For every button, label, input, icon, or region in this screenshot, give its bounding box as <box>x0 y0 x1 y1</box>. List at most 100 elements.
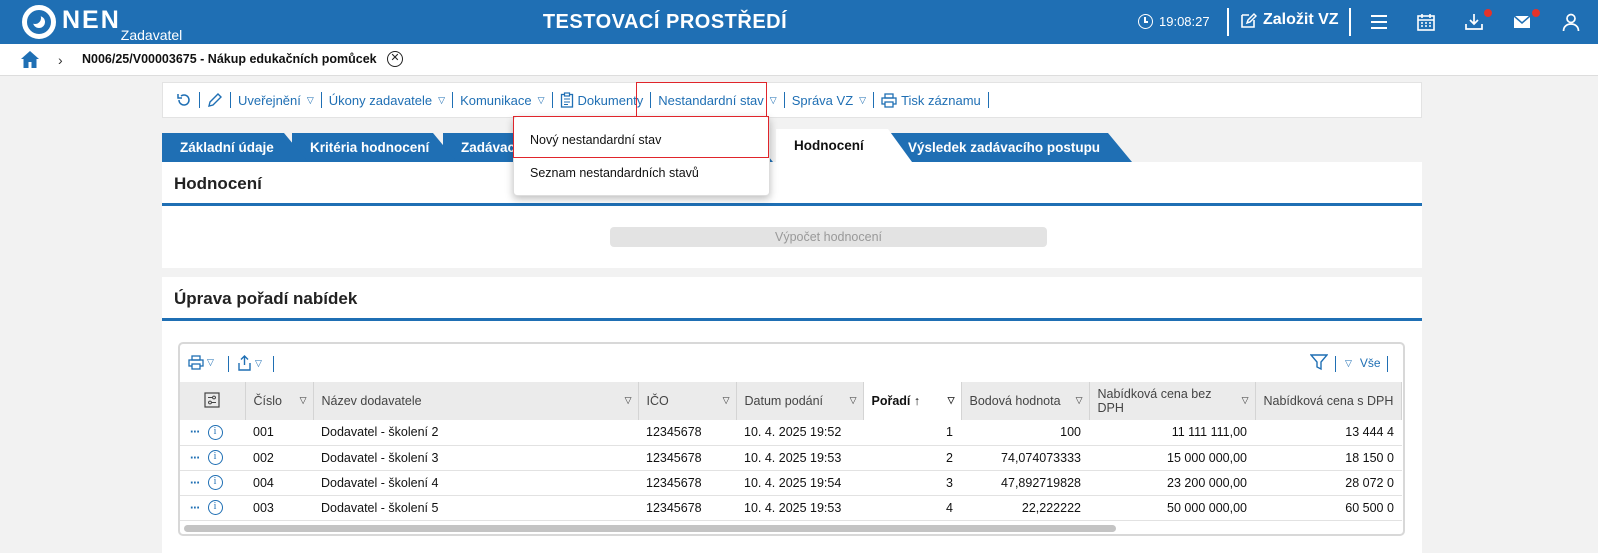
menu-nestandardni-stav[interactable]: Nestandardní stav ▽ <box>651 93 783 108</box>
environment-title: TESTOVACÍ PROSTŘEDÍ <box>542 11 788 33</box>
menu-tisk-label: Tisk záznamu <box>901 92 981 108</box>
create-vz-label: Založit VZ <box>1263 11 1339 28</box>
table-row[interactable]: ··· i 003 Dodavatel - školení 5 12345678 … <box>180 495 1402 521</box>
breadcrumb-title[interactable]: N006/25/V00003675 - Nákup edukačních pom… <box>82 52 377 66</box>
calculate-evaluation-button[interactable]: Výpočet hodnocení <box>610 227 1047 247</box>
edit-button[interactable] <box>200 92 230 108</box>
caret-down-icon[interactable]: ▽ <box>1242 393 1249 407</box>
user-icon[interactable] <box>1561 12 1581 32</box>
notification-dot <box>1532 9 1540 17</box>
evaluation-title: Hodnocení <box>162 162 1422 206</box>
caret-down-icon[interactable]: ▽ <box>625 393 632 407</box>
table-row[interactable]: ··· i 002 Dodavatel - školení 3 12345678 … <box>180 445 1402 471</box>
caret-down-icon: ▽ <box>255 357 262 368</box>
menu-sprava-vz[interactable]: Správa VZ ▽ <box>785 93 873 108</box>
caret-down-icon[interactable]: ▽ <box>948 393 955 407</box>
ranking-panel: Úprava pořadí nabídek ▽ ▽ ▽ Vše Číslo ▽ … <box>162 277 1422 553</box>
home-icon[interactable] <box>20 50 40 69</box>
menu-dokumenty[interactable]: Dokumenty <box>553 92 651 108</box>
column-header-ico[interactable]: IČO ▽ <box>638 382 737 420</box>
cell-bodova-hodnota: 100 <box>961 420 1089 446</box>
cell-poradi: 1 <box>863 420 961 446</box>
cell-ico: 12345678 <box>638 445 736 471</box>
horizontal-scrollbar[interactable] <box>184 525 1116 532</box>
caret-down-icon: ▽ <box>1345 357 1352 368</box>
filter-all-label: Vše <box>1359 356 1381 370</box>
caret-down-icon[interactable]: ▽ <box>300 393 307 407</box>
column-header-cislo[interactable]: Číslo ▽ <box>245 382 314 420</box>
table-header-row: Číslo ▽ Název dodavatele ▽ IČO ▽ Datum podá… <box>180 382 1403 420</box>
column-settings-icon <box>204 391 220 408</box>
menu-item-seznam-nestandardnich-stavu[interactable]: Seznam nestandardních stavů <box>530 166 699 180</box>
column-header-datum[interactable]: Datum podání ▽ <box>736 382 864 420</box>
more-actions-icon[interactable]: ··· <box>190 425 200 439</box>
menu-tisk-zaznamu[interactable]: Tisk záznamu <box>874 93 988 108</box>
more-actions-icon[interactable]: ··· <box>190 501 200 515</box>
clock-icon <box>1138 14 1153 29</box>
menu-nestandardni-label: Nestandardní stav <box>658 92 764 108</box>
tab-vysledek[interactable]: Výsledek zadávacího postupu <box>890 133 1132 162</box>
column-label: IČO <box>646 394 669 408</box>
table-row[interactable]: ··· i 001 Dodavatel - školení 2 12345678 … <box>180 420 1402 446</box>
filter-all-dropdown[interactable]: ▽ Vše <box>1345 356 1381 370</box>
caret-down-icon[interactable]: ▽ <box>723 393 730 407</box>
caret-down-icon: ▽ <box>306 94 314 105</box>
info-icon[interactable]: i <box>207 475 223 490</box>
caret-down-icon: ▽ <box>859 94 867 105</box>
menu-komunikace[interactable]: Komunikace ▽ <box>453 93 551 108</box>
caret-down-icon[interactable]: ▽ <box>1076 393 1083 407</box>
more-actions-icon[interactable]: ··· <box>190 476 200 490</box>
info-icon[interactable]: i <box>207 500 223 515</box>
refresh-button[interactable] <box>169 92 199 108</box>
column-header-poradi[interactable]: Pořadí ↑ ▽ <box>863 382 962 420</box>
toolbar-divider <box>987 92 989 108</box>
calendar-icon[interactable] <box>1416 12 1436 32</box>
action-toolbar: Uveřejnění ▽ Úkony zadavatele ▽ Komunikace… <box>162 82 1422 118</box>
menu-icon[interactable] <box>1369 12 1389 32</box>
cell-cena-bez-dph: 50 000 000,00 <box>1089 495 1255 521</box>
tab-kriteria-hodnoceni[interactable]: Kritéria hodnocení <box>292 133 457 162</box>
caret-down-icon: ▽ <box>207 357 214 367</box>
top-header: NEN Zadavatel TESTOVACÍ PROSTŘEDÍ 19:08:… <box>0 0 1598 44</box>
more-actions-icon[interactable]: ··· <box>190 451 200 465</box>
caret-down-icon: ▽ <box>537 94 545 105</box>
cell-cena-s-dph: 28 072 0 <box>1255 470 1402 496</box>
cell-bodova-hodnota: 74,074073333 <box>961 445 1089 471</box>
column-header-nazev[interactable]: Název dodavatele ▽ <box>313 382 639 420</box>
table-row[interactable]: ··· i 004 Dodavatel - školení 4 12345678 … <box>180 470 1402 496</box>
info-icon[interactable]: i <box>207 450 223 465</box>
column-header-cena-bez-dph[interactable]: Nabídková cena bez DPH ▽ <box>1089 382 1256 420</box>
cell-poradi: 2 <box>863 445 961 471</box>
menu-ukony-label: Úkony zadavatele <box>328 92 433 108</box>
tab-zakladni-udaje[interactable]: Základní údaje <box>162 133 308 162</box>
grid-print-button[interactable]: ▽ <box>188 355 214 370</box>
close-icon[interactable]: ✕ <box>387 51 403 67</box>
cell-cislo: 004 <box>245 470 313 496</box>
cell-cislo: 001 <box>245 420 313 446</box>
column-settings-header[interactable] <box>180 382 246 420</box>
caret-down-icon[interactable]: ▽ <box>850 393 857 407</box>
cell-bodova-hodnota: 22,222222 <box>961 495 1089 521</box>
tab-hodnoceni[interactable]: Hodnocení <box>776 129 912 162</box>
column-label: Nabídková cena bez DPH <box>1097 387 1212 415</box>
column-header-bodova-hodnota[interactable]: Bodová hodnota ▽ <box>961 382 1090 420</box>
grid-toolbar-divider <box>1335 356 1336 372</box>
cell-ico: 12345678 <box>638 420 736 446</box>
info-icon[interactable]: i <box>207 424 223 440</box>
column-header-cena-s-dph[interactable]: Nabídková cena s DPH <box>1255 382 1403 420</box>
filter-icon[interactable] <box>1310 354 1328 371</box>
column-label: Nabídková cena s DPH <box>1263 394 1394 408</box>
menu-uverejneni[interactable]: Uveřejnění ▽ <box>231 93 321 108</box>
grid-export-button[interactable]: ▽ <box>237 355 262 371</box>
cell-ico: 12345678 <box>638 495 736 521</box>
chevron-right-icon: › <box>58 52 63 68</box>
column-label: Bodová hodnota <box>969 394 1061 408</box>
mail-icon[interactable] <box>1512 12 1532 32</box>
menu-sprava-label: Správa VZ <box>791 92 854 108</box>
create-vz-button[interactable]: Založit VZ <box>1240 11 1339 29</box>
menu-ukony-zadavatele[interactable]: Úkony zadavatele ▽ <box>322 93 452 108</box>
menu-komunikace-label: Komunikace <box>460 92 532 108</box>
menu-item-novy-nestandardni-stav[interactable]: Nový nestandardní stav <box>530 133 661 147</box>
download-icon[interactable] <box>1464 12 1484 32</box>
notification-dot <box>1484 9 1492 17</box>
